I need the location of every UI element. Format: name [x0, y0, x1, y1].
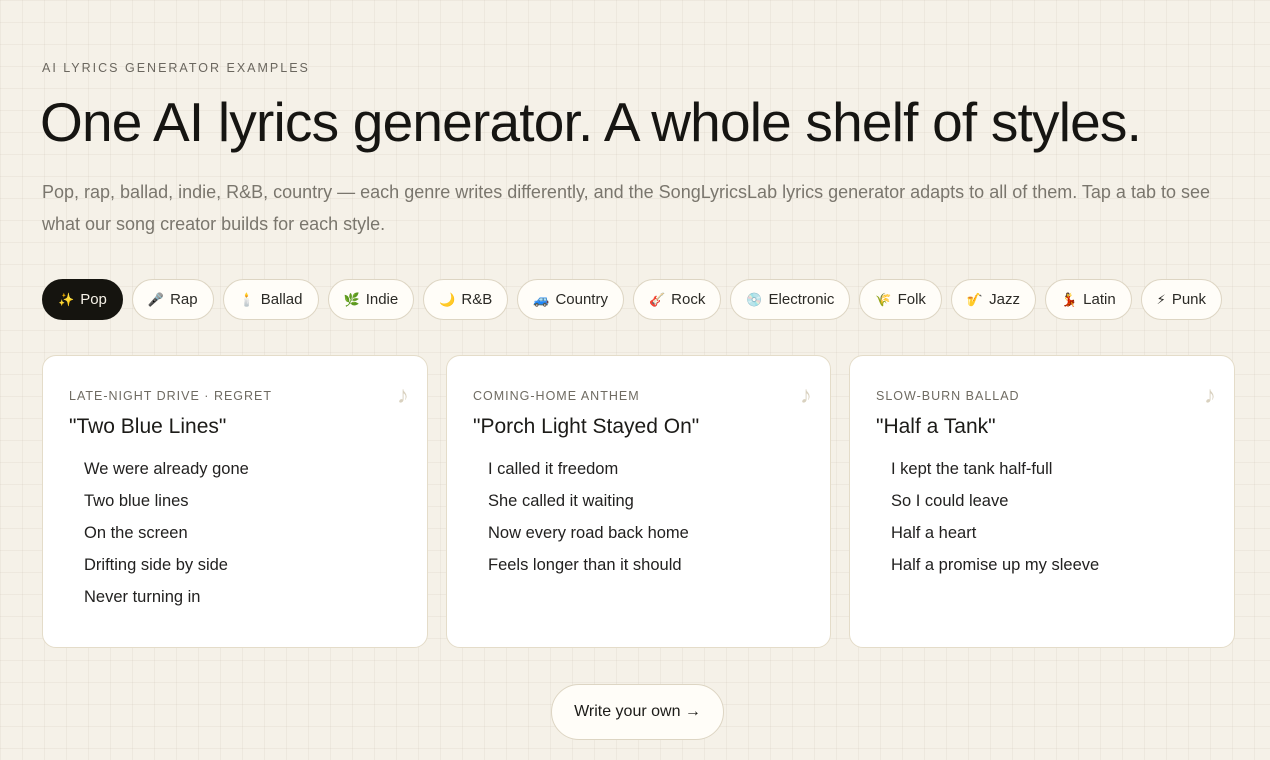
tab-rock[interactable]: 🎸 Rock — [632, 279, 722, 320]
section-description: Pop, rap, ballad, indie, R&B, country — … — [42, 182, 1210, 234]
lyrics-lines: I kept the tank half-full So I could lea… — [876, 453, 1208, 581]
tab-label: Rap — [170, 291, 198, 308]
music-note-icon: ♪ — [800, 382, 812, 409]
lyric-line: Feels longer than it should — [488, 556, 682, 574]
lyric-line: We were already gone — [84, 460, 249, 478]
tab-punk[interactable]: ⚡ Punk — [1140, 279, 1223, 320]
tab-country[interactable]: 🚙 Country — [517, 279, 624, 320]
lyric-line: I kept the tank half-full — [891, 460, 1053, 478]
herb-icon: 🌿 — [343, 291, 360, 307]
tab-ballad[interactable]: 🕯️ Ballad — [222, 279, 319, 320]
pickup-truck-icon: 🚙 — [533, 291, 550, 307]
lyrics-card: COMING-HOME ANTHEM ♪ "Porch Light Stayed… — [446, 355, 831, 648]
tab-label: R&B — [461, 291, 493, 308]
saxophone-icon: 🎷 — [966, 291, 984, 307]
tab-folk[interactable]: 🌾 Folk — [859, 279, 942, 320]
song-title: "Porch Light Stayed On" — [473, 415, 700, 438]
lyric-line: I called it freedom — [488, 460, 619, 478]
section-eyebrow: AI LYRICS GENERATOR EXAMPLES — [42, 61, 310, 75]
genre-tabs: ✨ Pop 🎤 Rap 🕯️ Ballad 🌿 Indie 🌙 R&B 🚙 Country … — [42, 279, 1223, 320]
lyric-line: She called it waiting — [488, 492, 634, 510]
lyric-line: Half a promise up my sleeve — [891, 556, 1100, 574]
lyric-line: So I could leave — [891, 492, 1009, 510]
lyrics-lines: I called it freedom She called it waitin… — [473, 453, 804, 581]
tab-label: Indie — [365, 291, 399, 308]
tab-rap[interactable]: 🎤 Rap — [131, 279, 214, 320]
wheat-icon: 🌾 — [875, 291, 892, 307]
card-kicker: SLOW-BURN BALLAD — [876, 389, 1020, 403]
tab-label: Country — [555, 291, 608, 308]
lyrics-cards: LATE-NIGHT DRIVE · REGRET ♪ "Two Blue Li… — [42, 355, 1235, 648]
tab-jazz[interactable]: 🎷 Jazz — [950, 279, 1036, 320]
lyric-line: Never turning in — [84, 588, 201, 606]
lyric-line: Drifting side by side — [84, 556, 228, 574]
sparkles-icon: ✨ — [58, 291, 75, 307]
candle-icon: 🕯️ — [238, 291, 255, 307]
lyric-line: Now every road back home — [488, 524, 689, 542]
microphone-icon: 🎤 — [147, 291, 165, 307]
tab-label: Jazz — [989, 291, 1020, 308]
tab-label: Rock — [671, 291, 706, 308]
card-kicker: LATE-NIGHT DRIVE · REGRET — [69, 389, 273, 403]
dancer-icon: 💃 — [1060, 291, 1078, 307]
lyrics-lines: We were already gone Two blue lines On t… — [69, 453, 401, 613]
tab-latin[interactable]: 💃 Latin — [1044, 279, 1132, 320]
tab-pop[interactable]: ✨ Pop — [42, 279, 123, 320]
page-title: One AI lyrics generator. A whole shelf o… — [40, 91, 1142, 153]
tab-indie[interactable]: 🌿 Indie — [327, 279, 415, 320]
card-kicker: COMING-HOME ANTHEM — [473, 389, 640, 403]
tab-electronic[interactable]: 💿 Electronic — [730, 279, 851, 320]
lyrics-card: LATE-NIGHT DRIVE · REGRET ♪ "Two Blue Li… — [42, 355, 428, 648]
lyric-line: Half a heart — [891, 524, 977, 542]
lyric-line: On the screen — [84, 524, 188, 542]
guitar-icon: 🎸 — [648, 291, 666, 307]
tab-label: Pop — [80, 291, 107, 308]
tab-label: Folk — [897, 291, 926, 308]
lightning-icon: ⚡ — [1156, 291, 1166, 307]
song-title: "Half a Tank" — [876, 415, 996, 438]
tab-label: Punk — [1171, 291, 1207, 308]
lyrics-card: SLOW-BURN BALLAD ♪ "Half a Tank" I kept … — [849, 355, 1235, 648]
write-your-own-button[interactable]: Write your own → — [551, 684, 724, 740]
music-note-icon: ♪ — [397, 382, 409, 409]
lyric-line: Two blue lines — [84, 492, 189, 510]
disc-icon: 💿 — [746, 291, 763, 307]
tab-rnb[interactable]: 🌙 R&B — [423, 279, 509, 320]
tab-label: Latin — [1083, 291, 1116, 308]
song-title: "Two Blue Lines" — [69, 415, 227, 438]
moon-icon: 🌙 — [439, 291, 456, 307]
tab-label: Ballad — [260, 291, 303, 308]
tab-label: Electronic — [768, 291, 835, 308]
music-note-icon: ♪ — [1204, 382, 1216, 409]
